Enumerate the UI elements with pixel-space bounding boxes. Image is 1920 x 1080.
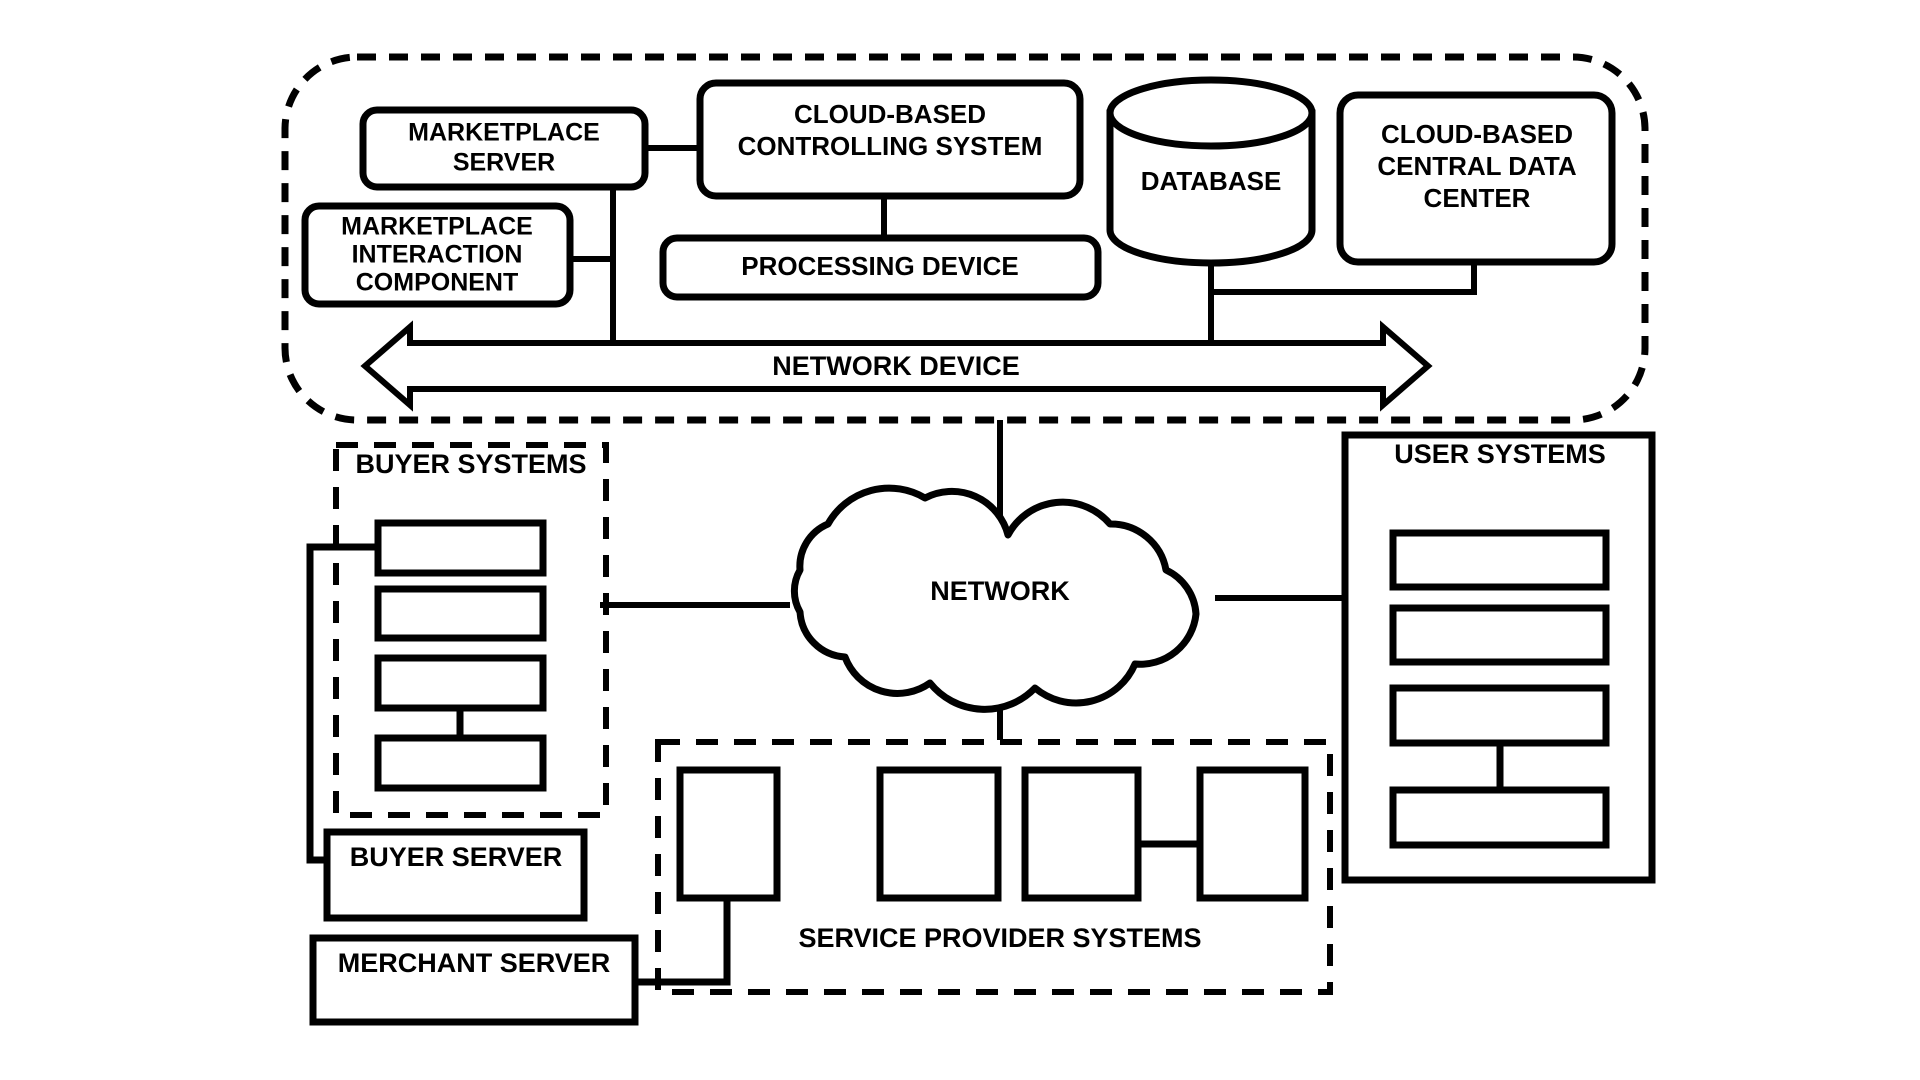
controlling-system-label-line2: CONTROLLING SYSTEM (738, 131, 1043, 161)
marketplace-server-label-line1: MARKETPLACE (408, 119, 600, 147)
node-database-top-ellipse (1106, 76, 1316, 150)
user-systems-inner-box-3[interactable] (1389, 684, 1610, 747)
database-label: DATABASE (1141, 166, 1282, 196)
user-systems-title: USER SYSTEMS (1394, 439, 1606, 469)
mic-label-line3: COMPONENT (356, 269, 519, 297)
cdc-label-line2: CENTRAL DATA (1377, 151, 1577, 181)
patent-block-diagram: NETWORK DEVICE MARKETPLACE SERVER MARKET… (281, 53, 1656, 1026)
merchant-server-label: MERCHANT SERVER (338, 948, 611, 978)
service-provider-inner-box-1[interactable] (676, 766, 781, 902)
cdc-label-line1: CLOUD-BASED (1381, 119, 1573, 149)
buyer-systems-inner-box-4[interactable] (374, 734, 547, 792)
link-merchant-server-to-sps-box1 (635, 894, 731, 986)
network-cloud-label: NETWORK (930, 576, 1070, 606)
mic-label-line2: INTERACTION (352, 241, 523, 269)
buyer-systems-title: BUYER SYSTEMS (355, 449, 586, 479)
processing-device-label: PROCESSING DEVICE (741, 251, 1018, 281)
service-provider-inner-box-3[interactable] (1021, 766, 1142, 902)
service-provider-inner-box-2[interactable] (876, 766, 1002, 902)
user-systems-inner-box-1[interactable] (1389, 529, 1610, 591)
buyer-systems-inner-box-3[interactable] (374, 654, 547, 712)
user-systems-inner-box-2[interactable] (1389, 604, 1610, 666)
user-systems-inner-box-4[interactable] (1389, 786, 1610, 849)
network-device-label: NETWORK DEVICE (772, 351, 1020, 381)
cdc-label-line3: CENTER (1424, 183, 1531, 213)
controlling-system-label-line1: CLOUD-BASED (794, 99, 986, 129)
buyer-systems-inner-box-1[interactable] (374, 519, 547, 577)
buyer-systems-inner-box-2[interactable] (374, 585, 547, 642)
buyer-server-label: BUYER SERVER (350, 842, 563, 872)
mic-label-line1: MARKETPLACE (341, 213, 533, 241)
diagram-canvas: NETWORK DEVICE MARKETPLACE SERVER MARKET… (0, 0, 1920, 1080)
marketplace-server-label-line2: SERVER (453, 149, 555, 177)
service-provider-inner-box-4[interactable] (1196, 766, 1309, 902)
service-provider-systems-title: SERVICE PROVIDER SYSTEMS (798, 923, 1201, 953)
